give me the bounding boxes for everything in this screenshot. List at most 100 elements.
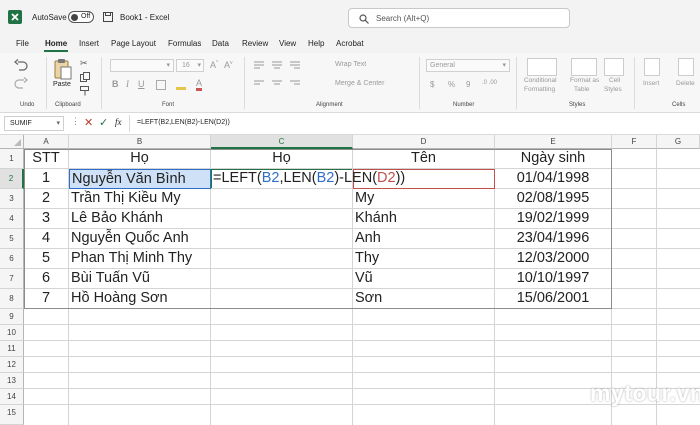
cell-b2[interactable]: Nguyễn Văn Bình — [69, 169, 211, 189]
column-header-f[interactable]: F — [612, 135, 657, 149]
cell-e7[interactable]: 10/10/1997 — [495, 269, 612, 289]
save-icon[interactable] — [103, 12, 113, 22]
enter-icon[interactable]: ✓ — [99, 116, 108, 129]
underline-icon[interactable]: U — [138, 79, 145, 89]
cell-e6[interactable]: 12/03/2000 — [495, 249, 612, 269]
tab-formulas[interactable]: Formulas — [168, 39, 201, 48]
insert-function-icon[interactable]: fx — [115, 117, 122, 127]
cell-e5[interactable]: 23/04/1996 — [495, 229, 612, 249]
undo-icon[interactable] — [14, 59, 28, 71]
cell-b4[interactable]: Lê Bảo Khánh — [69, 209, 211, 229]
comma-style-icon[interactable]: 9 — [466, 80, 470, 89]
redo-icon[interactable] — [14, 77, 28, 89]
column-header-e[interactable]: E — [495, 135, 612, 149]
cell-e4[interactable]: 19/02/1999 — [495, 209, 612, 229]
row-header-3[interactable]: 3 — [0, 189, 24, 209]
cell-styles-label-1[interactable]: Cell — [609, 77, 620, 84]
row-header-7[interactable]: 7 — [0, 269, 24, 289]
decimal-icons[interactable]: .0 .00 — [482, 80, 497, 86]
cancel-icon[interactable]: ✕ — [84, 116, 93, 129]
cell-d8[interactable]: Sơn — [353, 289, 495, 309]
more-options-icon[interactable]: ⋮ — [71, 116, 80, 127]
cell-b6[interactable]: Phan Thị Minh Thy — [69, 249, 211, 269]
cell-a4[interactable]: 3 — [24, 209, 69, 229]
row-header-1[interactable]: 1 — [0, 149, 24, 169]
column-header-a[interactable]: A — [24, 135, 69, 149]
tab-review[interactable]: Review — [242, 39, 268, 48]
row-header-12[interactable]: 12 — [0, 357, 24, 373]
delete-cells-icon[interactable] — [678, 58, 694, 76]
cell-e3[interactable]: 02/08/1995 — [495, 189, 612, 209]
cell-b8[interactable]: Hồ Hoàng Sơn — [69, 289, 211, 309]
cell-a7[interactable]: 6 — [24, 269, 69, 289]
tab-page-layout[interactable]: Page Layout — [111, 39, 156, 48]
select-all-corner[interactable] — [0, 135, 24, 149]
paste-icon[interactable] — [54, 58, 72, 80]
cell-a8[interactable]: 7 — [24, 289, 69, 309]
conditional-formatting-label-2[interactable]: Formatting — [524, 86, 555, 93]
cell-c8[interactable] — [211, 289, 353, 309]
font-name-box[interactable]: ▾ — [110, 59, 174, 72]
cell-styles-label-2[interactable]: Styles — [604, 86, 622, 93]
decrease-font-icon[interactable]: Av — [224, 60, 233, 70]
cell-c1[interactable]: Họ — [211, 149, 353, 169]
cell-a6[interactable]: 5 — [24, 249, 69, 269]
row-header-8[interactable]: 8 — [0, 289, 24, 309]
cell-a5[interactable]: 4 — [24, 229, 69, 249]
cut-icon[interactable]: ✂ — [80, 58, 88, 69]
cell-b5[interactable]: Nguyễn Quốc Anh — [69, 229, 211, 249]
row-header-15[interactable]: 15 — [0, 405, 24, 425]
cell-b3[interactable]: Trần Thị Kiều My — [69, 189, 211, 209]
tab-help[interactable]: Help — [308, 39, 324, 48]
column-header-b[interactable]: B — [69, 135, 211, 149]
column-header-c[interactable]: C — [211, 135, 353, 149]
tab-home[interactable]: Home — [45, 39, 67, 48]
conditional-formatting-icon[interactable] — [527, 58, 557, 76]
cell-e8[interactable]: 15/06/2001 — [495, 289, 612, 309]
number-format-box[interactable]: General ▾ — [426, 59, 510, 72]
row-header-9[interactable]: 9 — [0, 309, 24, 325]
cell-d1[interactable]: Tên — [353, 149, 495, 169]
insert-cells-label[interactable]: Insert — [643, 80, 659, 87]
insert-cells-icon[interactable] — [644, 58, 660, 76]
cell-styles-icon[interactable] — [604, 58, 624, 76]
row-header-13[interactable]: 13 — [0, 373, 24, 389]
autosave-toggle[interactable]: Off — [68, 11, 94, 23]
font-color-icon[interactable]: A — [196, 78, 203, 91]
cell-d3[interactable]: My — [353, 189, 495, 209]
increase-font-icon[interactable]: A^ — [210, 60, 218, 70]
cell-e2[interactable]: 01/04/1998 — [495, 169, 612, 189]
cell-c5[interactable] — [211, 229, 353, 249]
cell-c6[interactable] — [211, 249, 353, 269]
row-header-5[interactable]: 5 — [0, 229, 24, 249]
format-painter-icon[interactable] — [80, 86, 90, 96]
row-header-11[interactable]: 11 — [0, 341, 24, 357]
cell-c3[interactable] — [211, 189, 353, 209]
alignment-buttons[interactable] — [252, 59, 312, 89]
row-header-2[interactable]: 2 — [0, 169, 24, 189]
column-header-d[interactable]: D — [353, 135, 495, 149]
fill-color-icon[interactable] — [176, 80, 186, 90]
format-as-table-label-1[interactable]: Format as — [570, 77, 599, 84]
cell-c7[interactable] — [211, 269, 353, 289]
currency-icon[interactable]: $ — [430, 80, 434, 89]
row-header-10[interactable]: 10 — [0, 325, 24, 341]
formula-input[interactable]: =LEFT(B2,LEN(B2)-LEN(D2)) — [137, 119, 230, 126]
row-header-4[interactable]: 4 — [0, 209, 24, 229]
percent-icon[interactable]: % — [448, 80, 455, 89]
search-box[interactable]: Search (Alt+Q) — [348, 8, 570, 28]
row-header-6[interactable]: 6 — [0, 249, 24, 269]
cell-a1[interactable]: STT — [24, 149, 69, 169]
cell-c4[interactable] — [211, 209, 353, 229]
italic-icon[interactable]: I — [126, 79, 129, 89]
name-box[interactable]: SUMIF ▾ — [4, 116, 64, 131]
cell-d7[interactable]: Vũ — [353, 269, 495, 289]
column-header-g[interactable]: G — [657, 135, 700, 149]
font-size-box[interactable]: 16 ▾ — [176, 59, 204, 72]
cell-a3[interactable]: 2 — [24, 189, 69, 209]
copy-icon[interactable] — [80, 72, 90, 82]
tab-insert[interactable]: Insert — [79, 39, 99, 48]
format-as-table-label-2[interactable]: Table — [574, 86, 590, 93]
wrap-text-button[interactable]: Wrap Text — [335, 61, 366, 68]
tab-acrobat[interactable]: Acrobat — [336, 39, 364, 48]
